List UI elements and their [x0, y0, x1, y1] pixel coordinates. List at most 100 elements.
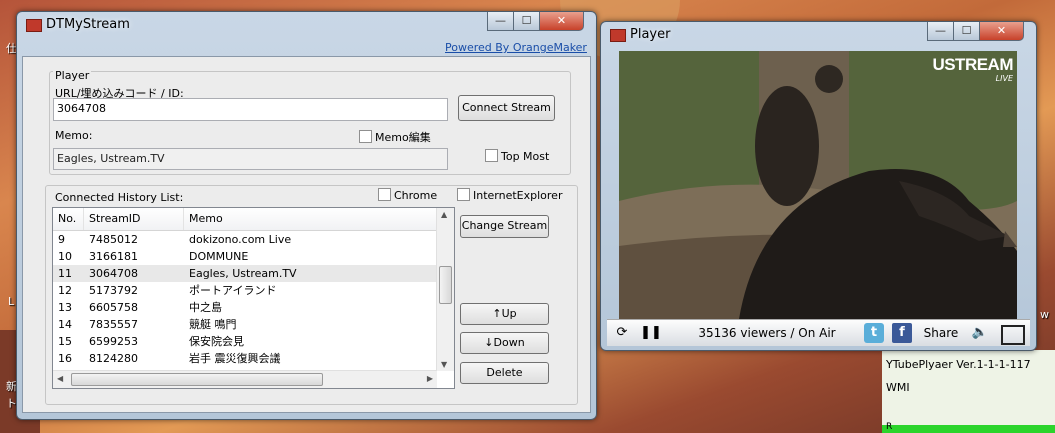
- status-bar: [882, 425, 1055, 433]
- column-header-no[interactable]: No.: [53, 208, 84, 230]
- cell-no: 14: [58, 318, 72, 331]
- horizontal-scroll-thumb[interactable]: [71, 373, 323, 386]
- ie-label: InternetExplorer: [473, 189, 563, 202]
- ustream-logo: USTREAM: [932, 55, 1013, 74]
- column-header-streamid[interactable]: StreamID: [84, 208, 184, 230]
- memo-edit-label: Memo編集: [375, 131, 431, 144]
- pause-icon[interactable]: ❚❚: [640, 323, 662, 343]
- title-bar[interactable]: Player — ☐ ✕: [601, 22, 1036, 48]
- memo-label: Memo:: [55, 129, 93, 142]
- top-most-checkbox[interactable]: Top Most: [485, 149, 549, 163]
- close-button[interactable]: ✕: [979, 22, 1024, 41]
- player-group-label: Player: [53, 69, 92, 82]
- app-icon: [26, 19, 42, 32]
- cell-streamid: 6599253: [89, 335, 138, 348]
- viewer-count: 35136 viewers / On Air: [698, 326, 836, 340]
- scroll-down-arrow[interactable]: ▼: [441, 360, 447, 369]
- app-icon: [610, 29, 626, 42]
- checkbox-box[interactable]: [485, 149, 498, 162]
- main-client-area: Player URL/埋め込みコード / ID: 3064708 Connect…: [22, 56, 591, 413]
- cell-memo: 中之島: [189, 301, 222, 314]
- table-row[interactable]: 16 8124280 岩手 震災復興会議: [53, 350, 437, 367]
- table-row[interactable]: 15 6599253 保安院会見: [53, 333, 437, 350]
- cell-no: 11: [58, 267, 72, 280]
- cell-no: 16: [58, 352, 72, 365]
- facebook-icon[interactable]: f: [892, 323, 912, 343]
- desktop-icon-label[interactable]: w: [1040, 308, 1049, 321]
- twitter-icon[interactable]: t: [864, 323, 884, 343]
- memo-edit-checkbox[interactable]: Memo編集: [359, 129, 431, 145]
- title-bar[interactable]: DTMyStream — ☐ ✕: [17, 12, 596, 38]
- video-frame[interactable]: USTREAM LIVE: [619, 51, 1017, 319]
- cell-no: 12: [58, 284, 72, 297]
- url-input[interactable]: 3064708: [53, 98, 448, 121]
- vertical-scrollbar[interactable]: ▲ ▼: [436, 208, 454, 371]
- cell-no: 13: [58, 301, 72, 314]
- scroll-right-arrow[interactable]: ▶: [427, 374, 433, 383]
- maximize-button[interactable]: ☐: [953, 22, 980, 41]
- table-row[interactable]: 12 5173792 ポートアイランド: [53, 282, 437, 299]
- table-row[interactable]: 11 3064708 Eagles, Ustream.TV: [53, 265, 437, 282]
- facebook-icon-label: f: [899, 325, 905, 340]
- delete-button[interactable]: Delete: [460, 362, 549, 384]
- table-row[interactable]: 14 7835557 競艇 鳴門: [53, 316, 437, 333]
- checkbox-box[interactable]: [457, 188, 470, 201]
- cell-streamid: 8124280: [89, 352, 138, 365]
- cell-no: 15: [58, 335, 72, 348]
- cell-streamid: 3064708: [89, 267, 138, 280]
- desktop-icon-label[interactable]: L: [8, 295, 14, 308]
- ytube-version-label: YTubePlyaer Ver.1-1-1-117: [886, 358, 1031, 371]
- history-list-label: Connected History List:: [55, 191, 184, 204]
- top-most-label: Top Most: [501, 150, 550, 163]
- history-list[interactable]: No. StreamID Memo 9 7485012 dokizono.com L…: [52, 207, 455, 389]
- maximize-button[interactable]: ☐: [513, 12, 540, 31]
- cell-streamid: 5173792: [89, 284, 138, 297]
- twitter-icon-label: t: [870, 325, 878, 340]
- powered-by-link[interactable]: Powered By OrangeMaker: [445, 41, 587, 54]
- cell-memo: dokizono.com Live: [189, 233, 292, 246]
- connect-stream-button[interactable]: Connect Stream: [458, 95, 555, 121]
- chrome-label: Chrome: [394, 189, 438, 202]
- minimize-button[interactable]: —: [487, 12, 514, 31]
- background-app-panel: YTubePlyaer Ver.1-1-1-117 WMI R: [882, 350, 1055, 433]
- vertical-scroll-thumb[interactable]: [439, 266, 452, 304]
- close-button[interactable]: ✕: [539, 12, 584, 31]
- list-header: No. StreamID Memo: [53, 208, 440, 231]
- table-row[interactable]: 13 6605758 中之島: [53, 299, 437, 316]
- cell-streamid: 6605758: [89, 301, 138, 314]
- cell-memo: ポートアイランド: [189, 284, 277, 297]
- table-row[interactable]: 10 3166181 DOMMUNE: [53, 248, 437, 265]
- refresh-icon[interactable]: ⟳: [611, 323, 633, 343]
- move-up-button[interactable]: ↑Up: [460, 303, 549, 325]
- cell-no: 9: [58, 233, 65, 246]
- cell-memo: DOMMUNE: [189, 250, 249, 263]
- memo-display: Eagles, Ustream.TV: [53, 148, 448, 170]
- volume-icon[interactable]: 🔈: [969, 323, 991, 343]
- cell-memo: 保安院会見: [189, 335, 244, 348]
- cell-no: 10: [58, 250, 72, 263]
- fullscreen-icon[interactable]: [1001, 325, 1025, 345]
- ie-checkbox[interactable]: InternetExplorer: [457, 188, 562, 202]
- change-stream-button[interactable]: Change Stream: [460, 215, 549, 238]
- dtmystream-window: DTMyStream — ☐ ✕ Powered By OrangeMaker …: [16, 11, 597, 420]
- column-header-memo[interactable]: Memo: [184, 208, 440, 230]
- cell-memo: Eagles, Ustream.TV: [189, 267, 297, 280]
- move-down-button[interactable]: ↓Down: [460, 332, 549, 354]
- share-button[interactable]: Share: [922, 323, 960, 343]
- horizontal-scrollbar[interactable]: ◀ ▶: [53, 370, 437, 388]
- cell-memo: 岩手 震災復興会議: [189, 352, 281, 365]
- window-title: Player: [630, 27, 671, 42]
- status-label: R: [886, 422, 893, 432]
- checkbox-box[interactable]: [359, 130, 372, 143]
- player-window: Player — ☐ ✕ USTREAM LIVE ⟳ ❚❚ 35136 vie…: [600, 21, 1037, 351]
- checkbox-box[interactable]: [378, 188, 391, 201]
- minimize-button[interactable]: —: [927, 22, 954, 41]
- window-title: DTMyStream: [46, 17, 130, 32]
- scroll-up-arrow[interactable]: ▲: [441, 210, 447, 219]
- table-row[interactable]: 9 7485012 dokizono.com Live: [53, 231, 437, 248]
- chrome-checkbox[interactable]: Chrome: [378, 188, 437, 202]
- cell-streamid: 7485012: [89, 233, 138, 246]
- wmi-label: WMI: [886, 381, 910, 394]
- eagle-nest-scene: [619, 51, 1017, 319]
- scroll-left-arrow[interactable]: ◀: [57, 374, 63, 383]
